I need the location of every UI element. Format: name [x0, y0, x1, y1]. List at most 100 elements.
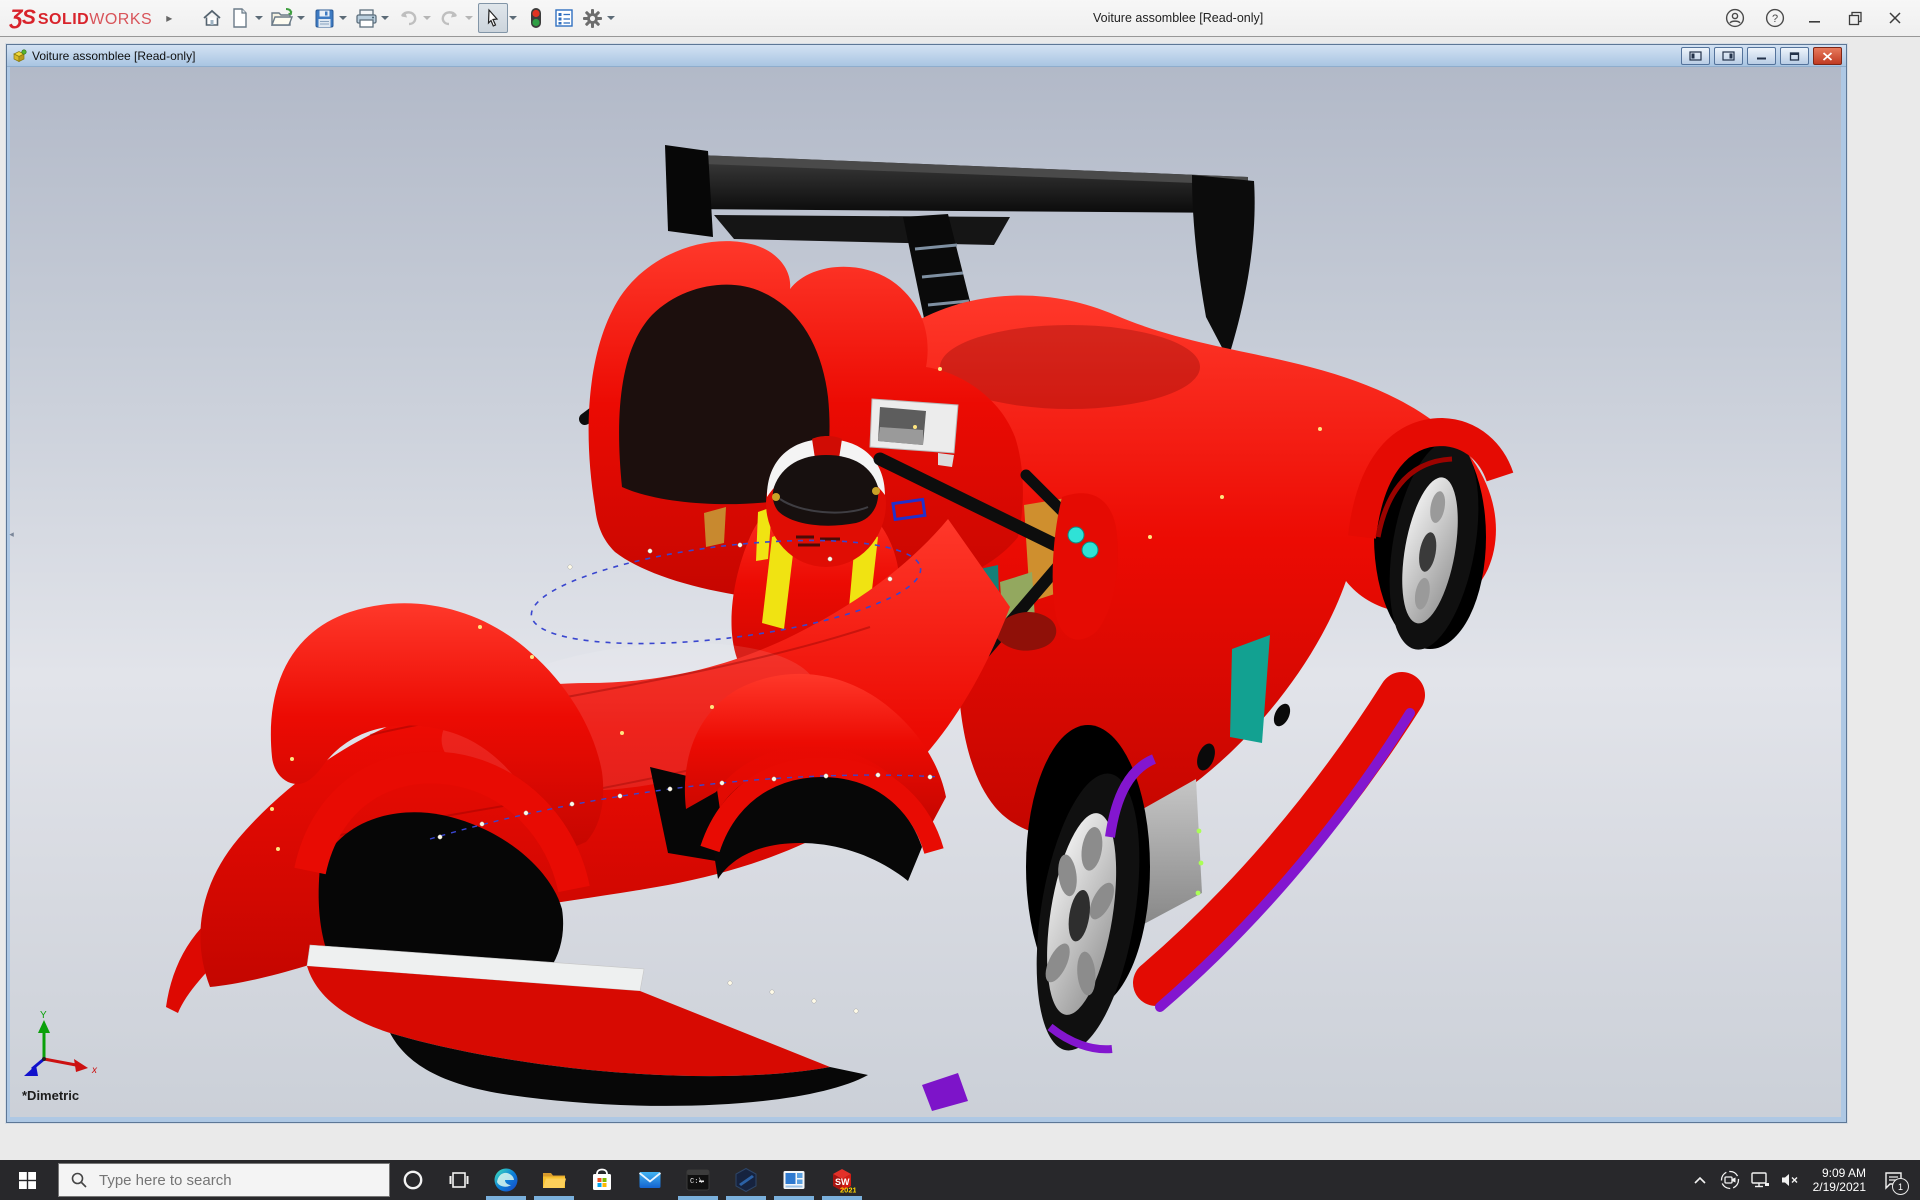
open-folder-icon — [270, 7, 294, 29]
account-icon — [1725, 8, 1745, 28]
cortana-button[interactable] — [390, 1160, 436, 1200]
solidworks-logo: ƷS SOLID WORKS — [10, 6, 152, 30]
front-bodywork[interactable] — [166, 519, 1010, 1111]
notification-badge: 1 — [1892, 1178, 1909, 1195]
select-tool-button[interactable] — [478, 3, 508, 33]
split-left-icon — [1689, 51, 1702, 61]
open-button[interactable] — [268, 4, 296, 32]
save-icon — [314, 8, 335, 29]
hexagon-app-icon — [733, 1167, 759, 1193]
task-view-icon — [449, 1171, 469, 1189]
redo-button[interactable] — [436, 4, 464, 32]
taskbar-app-mail[interactable] — [626, 1160, 674, 1200]
taskbar-app-file-explorer[interactable] — [530, 1160, 578, 1200]
undo-dropdown[interactable] — [423, 16, 431, 20]
quick-access-toolbar — [198, 3, 620, 33]
taskbar-app-microsoft-store[interactable] — [578, 1160, 626, 1200]
taskbar-app-hexagon[interactable] — [722, 1160, 770, 1200]
3d-viewport[interactable]: Y x *Dimetric — [10, 67, 1841, 1117]
doc-minimize-button[interactable] — [1747, 47, 1776, 65]
doc-split-right-button[interactable] — [1714, 47, 1743, 65]
help-button[interactable]: ? — [1758, 4, 1792, 32]
cyan-button — [1068, 527, 1084, 543]
taskbar-app-solidworks[interactable]: SW 2021 — [818, 1160, 866, 1200]
new-document-button[interactable] — [226, 4, 254, 32]
select-tool-dropdown[interactable] — [509, 16, 517, 20]
doc-close-button[interactable] — [1813, 47, 1842, 65]
close-icon — [1888, 11, 1902, 25]
view-orientation-label: *Dimetric — [22, 1088, 79, 1103]
window-title: Voiture assomblee [Read-only] — [1093, 0, 1263, 36]
options-dropdown[interactable] — [607, 16, 615, 20]
meet-now-camera-icon — [1720, 1170, 1740, 1190]
home-button[interactable] — [198, 4, 226, 32]
triad-y-label: Y — [40, 1010, 47, 1021]
clock-time: 9:09 AM — [1813, 1166, 1866, 1180]
volume-muted-icon — [1780, 1172, 1800, 1188]
taskbar-app-command-prompt[interactable]: C:\ — [674, 1160, 722, 1200]
options-button[interactable] — [578, 4, 606, 32]
redo-dropdown[interactable] — [465, 16, 473, 20]
action-center-button[interactable]: 1 — [1876, 1160, 1910, 1200]
app-titlebar: ƷS SOLID WORKS ▸ — [0, 0, 1920, 37]
hidden-icons-button[interactable] — [1687, 1160, 1713, 1200]
mail-icon — [637, 1167, 663, 1193]
windows-taskbar: C:\ SW 2021 — [0, 1160, 1920, 1200]
meet-now-button[interactable] — [1717, 1160, 1743, 1200]
start-button[interactable] — [0, 1160, 54, 1200]
doc-restore-button[interactable] — [1780, 47, 1809, 65]
help-icon: ? — [1765, 8, 1785, 28]
doc-restore-icon — [1789, 52, 1800, 61]
undo-button[interactable] — [394, 4, 422, 32]
rear-bodywork[interactable] — [915, 296, 1500, 838]
cyan-button — [1082, 542, 1098, 558]
assembly-icon — [12, 49, 27, 63]
pane-collapse-handle[interactable]: ◂ — [7, 523, 16, 545]
split-right-icon — [1722, 51, 1735, 61]
graphics-area[interactable]: Y x — [10, 67, 1841, 1117]
chevron-up-icon — [1693, 1175, 1707, 1185]
select-arrow-icon — [484, 8, 502, 28]
orientation-triad: Y x — [24, 1010, 98, 1076]
print-icon — [355, 8, 378, 29]
taskbar-clock[interactable]: 9:09 AM 2/19/2021 — [1807, 1166, 1872, 1194]
volume-button[interactable] — [1777, 1160, 1803, 1200]
rebuild-traffic-light-icon — [529, 7, 543, 29]
teal-door-panel — [1230, 635, 1270, 743]
save-dropdown[interactable] — [339, 16, 347, 20]
new-document-dropdown[interactable] — [255, 16, 263, 20]
system-tray: 9:09 AM 2/19/2021 1 — [1687, 1160, 1920, 1200]
restore-button[interactable] — [1838, 4, 1872, 32]
minimize-button[interactable] — [1798, 4, 1832, 32]
rebuild-button[interactable] — [522, 4, 550, 32]
taskbar-search[interactable] — [58, 1163, 390, 1197]
ds-logo-mark: ƷS — [10, 6, 35, 30]
open-dropdown[interactable] — [297, 16, 305, 20]
close-button[interactable] — [1878, 4, 1912, 32]
search-input[interactable] — [97, 1171, 371, 1190]
network-ethernet-icon — [1750, 1171, 1770, 1189]
clock-date: 2/19/2021 — [1813, 1180, 1866, 1194]
race-car-model[interactable] — [166, 145, 1500, 1111]
taskbar-app-edge[interactable] — [482, 1160, 530, 1200]
taskbar-app-blue-window[interactable] — [770, 1160, 818, 1200]
svg-text:?: ? — [1772, 13, 1778, 25]
file-properties-icon — [554, 8, 574, 28]
file-explorer-icon — [541, 1167, 567, 1193]
print-button[interactable] — [352, 4, 380, 32]
microsoft-store-icon — [589, 1167, 615, 1193]
save-button[interactable] — [310, 4, 338, 32]
doc-minimize-icon — [1756, 52, 1767, 61]
restore-icon — [1848, 11, 1863, 26]
edge-icon — [493, 1167, 519, 1193]
triad-x-label: x — [91, 1065, 98, 1076]
task-view-button[interactable] — [436, 1160, 482, 1200]
print-dropdown[interactable] — [381, 16, 389, 20]
account-button[interactable] — [1718, 4, 1752, 32]
document-titlebar[interactable]: Voiture assomblee [Read-only] — [7, 45, 1846, 67]
logo-expand-arrow[interactable]: ▸ — [166, 11, 172, 25]
network-button[interactable] — [1747, 1160, 1773, 1200]
driver-helmet — [766, 436, 886, 567]
file-properties-button[interactable] — [550, 4, 578, 32]
doc-split-left-button[interactable] — [1681, 47, 1710, 65]
